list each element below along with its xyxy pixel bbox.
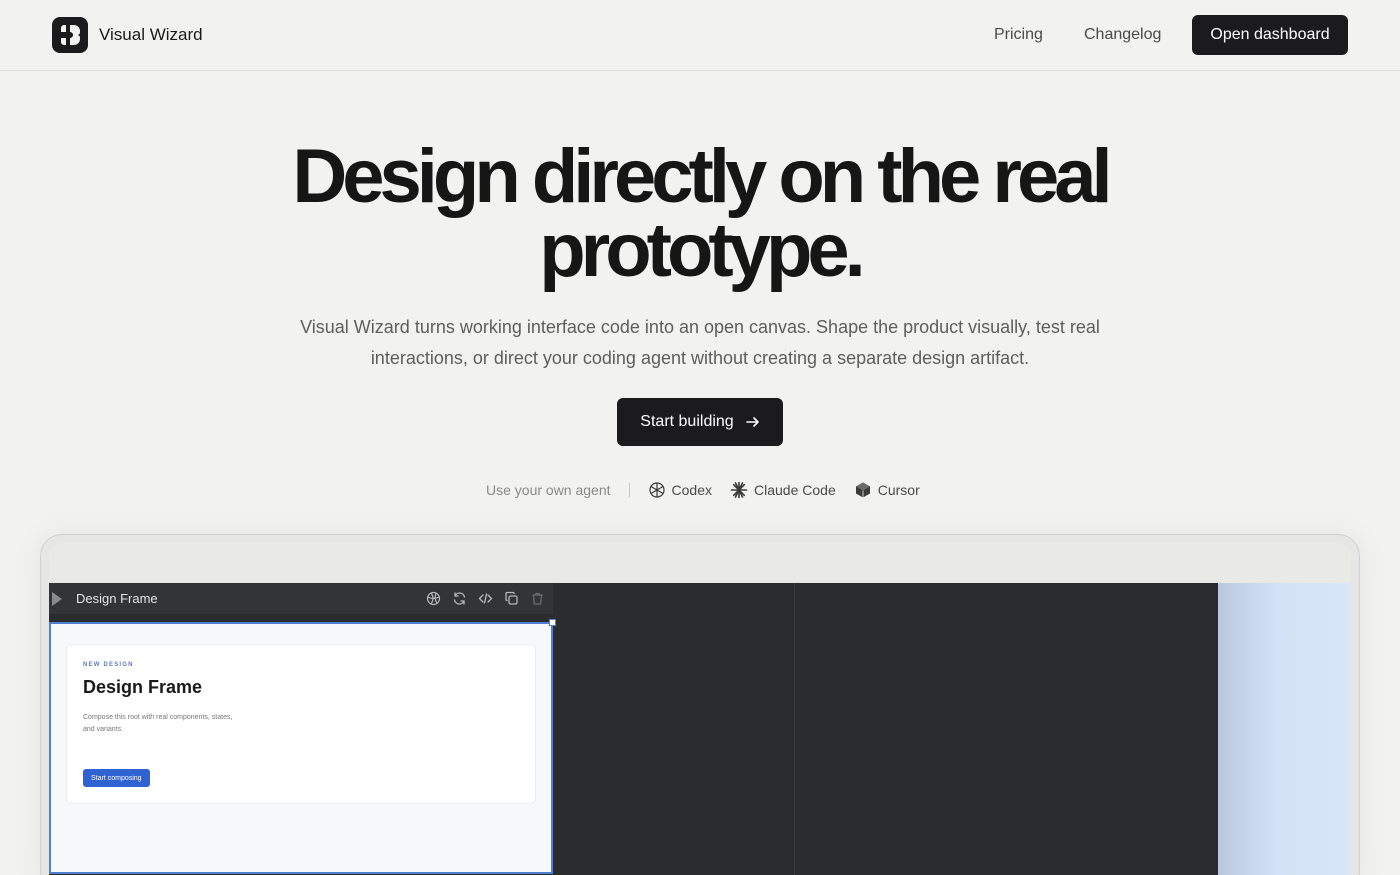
arrow-right-icon: [745, 417, 759, 427]
agent-list: Use your own agent Codex Claude Code Cur…: [486, 480, 938, 500]
start-composing-button[interactable]: Start composing: [83, 769, 150, 787]
refresh-icon[interactable]: [452, 591, 467, 606]
agent-cursor[interactable]: Cursor: [854, 481, 920, 499]
card-body: Compose this root with real components, …: [83, 714, 233, 733]
agent-claude-code-label: Claude Code: [754, 482, 836, 498]
agent-cursor-label: Cursor: [877, 482, 920, 498]
preview-screen: Design Frame NEW DESIGN Design Frame Com…: [49, 543, 1351, 875]
agent-list-divider: [628, 483, 630, 497]
resize-handle-top-right[interactable]: [549, 619, 556, 626]
play-icon[interactable]: [52, 592, 62, 606]
nav-link-pricing[interactable]: Pricing: [994, 26, 1043, 44]
open-dashboard-button[interactable]: Open dashboard: [1192, 15, 1348, 55]
openai-icon: [648, 482, 665, 498]
brand-logo-icon: [52, 17, 88, 53]
frame-tools: [426, 591, 545, 606]
agent-list-lead: Use your own agent: [486, 482, 611, 498]
code-icon[interactable]: [478, 591, 493, 606]
claude-burst-icon: [730, 481, 748, 499]
agent-claude-code[interactable]: Claude Code: [730, 481, 836, 499]
globe-icon[interactable]: [426, 591, 441, 606]
start-building-button[interactable]: Start building: [617, 398, 783, 446]
frame-toolbar-title[interactable]: Design Frame: [76, 591, 158, 606]
frame-card: NEW DESIGN Design Frame Compose this roo…: [66, 644, 536, 804]
brand[interactable]: Visual Wizard: [52, 17, 203, 53]
agent-codex[interactable]: Codex: [648, 481, 712, 499]
design-frame[interactable]: NEW DESIGN Design Frame Compose this roo…: [49, 619, 556, 874]
card-eyebrow: NEW DESIGN: [83, 662, 134, 668]
hero-subtitle: Visual Wizard turns working interface co…: [300, 317, 1100, 368]
canvas-divider: [794, 583, 795, 875]
hero-title: Design directly on the real prototype.: [292, 134, 1112, 293]
start-building-label: Start building: [640, 413, 734, 430]
trash-icon[interactable]: [530, 591, 545, 606]
agent-codex-label: Codex: [671, 482, 712, 498]
frame-toolbar: Design Frame: [49, 583, 553, 615]
nav-link-changelog[interactable]: Changelog: [1084, 26, 1161, 44]
top-nav: Visual Wizard Pricing Changelog Open das…: [0, 0, 1400, 71]
side-panel: [1218, 583, 1351, 875]
cursor-cube-icon: [855, 482, 870, 498]
brand-name: Visual Wizard: [99, 25, 203, 44]
copy-icon[interactable]: [504, 591, 519, 606]
card-title: Design Frame: [83, 677, 203, 697]
